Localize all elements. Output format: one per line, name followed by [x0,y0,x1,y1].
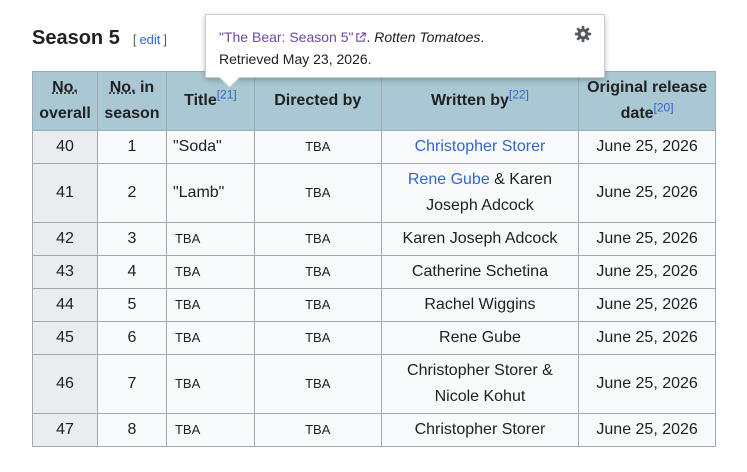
cell-title: "Soda" [165,130,255,164]
header-title: Title[21] [165,71,255,131]
table-row: 40 1 "Soda" TBA Christopher Storer June … [32,130,716,164]
cell-season: 6 [96,321,167,355]
cell-season: 3 [96,222,167,256]
cell-date: June 25, 2026 [578,130,716,164]
cell-written: Karen Joseph Adcock [380,222,580,256]
cell-season: 2 [96,163,167,223]
release-ref-link[interactable]: [20] [654,101,674,115]
season-abbr: No. [109,79,136,96]
table-row: 42 3 TBA TBA Karen Joseph Adcock June 25… [32,222,716,256]
cell-date: June 25, 2026 [578,163,716,223]
reference-popup: "The Bear: Season 5". Rotten Tomatoes. R… [205,14,605,89]
cell-written: Christopher Storer [380,130,580,164]
cell-title: TBA [165,413,255,447]
header-release-date: Original release date[20] [578,71,716,131]
cell-directed: TBA [253,163,382,223]
cell-overall: 46 [32,354,98,414]
table-row: 45 6 TBA TBA Rene Gube June 25, 2026 [32,321,716,355]
cell-season: 8 [96,413,167,447]
cell-directed: TBA [253,130,382,164]
header-directed-by: Directed by [253,71,382,131]
cell-season: 1 [96,130,167,164]
cell-written: Catherine Schetina [380,255,580,289]
cell-date: June 25, 2026 [578,321,716,355]
cell-written: Christopher Storer [380,413,580,447]
cell-date: June 25, 2026 [578,288,716,322]
cell-written: Rene Gube & Karen Joseph Adcock [380,163,580,223]
written-ref-link[interactable]: [22] [509,88,529,102]
table-row: 41 2 "Lamb" TBA Rene Gube & Karen Joseph… [32,163,716,223]
edit-link[interactable]: edit [139,32,160,47]
cell-directed: TBA [253,354,382,414]
cell-season: 4 [96,255,167,289]
cell-date: June 25, 2026 [578,354,716,414]
cell-title: TBA [165,255,255,289]
publisher: Rotten Tomatoes [374,29,481,45]
table-row: 44 5 TBA TBA Rachel Wiggins June 25, 202… [32,288,716,322]
header-no-in-season: No. in season [96,71,167,131]
cell-overall: 40 [32,130,98,164]
cell-directed: TBA [253,321,382,355]
cell-directed: TBA [253,255,382,289]
cell-date: June 25, 2026 [578,222,716,256]
retrieved-date: Retrieved May 23, 2026. [219,51,372,67]
external-link-icon [356,32,367,42]
header-written-by: Written by[22] [380,71,580,131]
gear-icon[interactable] [574,25,592,43]
cell-overall: 45 [32,321,98,355]
cell-overall: 42 [32,222,98,256]
edit-section: [edit] [132,32,168,47]
cell-written: Rachel Wiggins [380,288,580,322]
cell-directed: TBA [253,288,382,322]
citation-link[interactable]: "The Bear: Season 5" [219,29,367,45]
title-ref-link[interactable]: [21] [217,88,237,102]
table-row: 43 4 TBA TBA Catherine Schetina June 25,… [32,255,716,289]
table-header-row: No. overall No. in season Title[21] Dire… [32,71,716,131]
header-no-overall: No. overall [32,71,98,131]
cell-season: 5 [96,288,167,322]
writer-link[interactable]: Rene Gube [408,171,490,188]
overall-abbr: No. [52,79,78,96]
episode-table: No. overall No. in season Title[21] Dire… [32,71,716,447]
cell-overall: 43 [32,255,98,289]
cell-date: June 25, 2026 [578,255,716,289]
writer-link[interactable]: Christopher Storer [415,138,546,155]
cell-overall: 44 [32,288,98,322]
citation-text: "The Bear: Season 5". Rotten Tomatoes. [219,29,485,45]
cell-directed: TBA [253,413,382,447]
section-heading: Season 5 [edit] [32,27,167,50]
cell-written: Christopher Storer & Nicole Kohut [380,354,580,414]
table-row: 46 7 TBA TBA Christopher Storer & Nicole… [32,354,716,414]
cell-date: June 25, 2026 [578,413,716,447]
cell-title: TBA [165,222,255,256]
section-title: Season 5 [32,27,120,49]
cell-title: "Lamb" [165,163,255,223]
cell-title: TBA [165,354,255,414]
cell-season: 7 [96,354,167,414]
table-row: 47 8 TBA TBA Christopher Storer June 25,… [32,413,716,447]
cell-title: TBA [165,288,255,322]
cell-title: TBA [165,321,255,355]
cell-written: Rene Gube [380,321,580,355]
cell-overall: 47 [32,413,98,447]
cell-overall: 41 [32,163,98,223]
cell-directed: TBA [253,222,382,256]
